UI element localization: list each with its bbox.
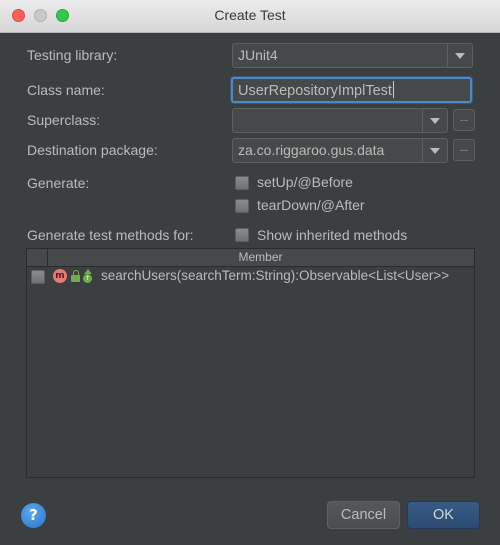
show-inherited-label[interactable]: Show inherited methods [257, 227, 407, 243]
testing-library-select[interactable]: JUnit4 [232, 43, 473, 68]
show-inherited-checkbox[interactable] [235, 228, 249, 242]
methods-for-label: Generate test methods for: [27, 227, 194, 243]
table-row[interactable]: m ↑ searchUsers(searchTerm:String):Obser… [27, 268, 474, 286]
members-table-header: Member [27, 249, 474, 267]
destination-package-value: za.co.riggaroo.gus.data [238, 142, 385, 158]
class-name-input[interactable]: UserRepositoryImplTest [231, 77, 472, 103]
title-bar: Create Test [0, 0, 500, 33]
override-icon: ↑ [83, 269, 93, 283]
class-name-label: Class name: [27, 82, 105, 98]
ok-button[interactable]: OK [407, 501, 480, 529]
member-checkbox[interactable] [31, 270, 45, 284]
superclass-label: Superclass: [27, 112, 101, 128]
chevron-down-icon[interactable] [422, 139, 447, 162]
superclass-select[interactable] [232, 108, 448, 133]
unlocked-icon [71, 270, 81, 282]
destination-package-label: Destination package: [27, 142, 158, 158]
dialog-title: Create Test [214, 7, 286, 23]
help-icon[interactable]: ? [21, 503, 46, 528]
member-column-header[interactable]: Member [47, 250, 474, 264]
teardown-checkbox[interactable] [235, 199, 249, 213]
generate-label: Generate: [27, 175, 90, 191]
member-signature: searchUsers(searchTerm:String):Observabl… [101, 268, 450, 283]
create-test-dialog: Create Test Testing library: JUnit4 Clas… [0, 0, 500, 545]
testing-library-label: Testing library: [27, 47, 118, 63]
teardown-label[interactable]: tearDown/@After [257, 197, 365, 213]
text-caret [392, 81, 394, 98]
destination-package-select[interactable]: za.co.riggaroo.gus.data [232, 138, 448, 163]
cancel-button[interactable]: Cancel [327, 501, 400, 529]
chevron-down-icon[interactable] [447, 44, 472, 67]
members-table[interactable]: Member m ↑ searchUsers(searchTerm:String… [26, 248, 475, 478]
setup-checkbox[interactable] [235, 176, 249, 190]
class-name-value: UserRepositoryImplTest [238, 83, 392, 99]
destination-package-browse-button[interactable]: ... [453, 139, 475, 161]
chevron-down-icon[interactable] [422, 109, 447, 132]
method-icon: m [53, 269, 67, 283]
superclass-browse-button[interactable]: ... [453, 109, 475, 131]
testing-library-value: JUnit4 [238, 47, 278, 63]
setup-label[interactable]: setUp/@Before [257, 174, 353, 190]
